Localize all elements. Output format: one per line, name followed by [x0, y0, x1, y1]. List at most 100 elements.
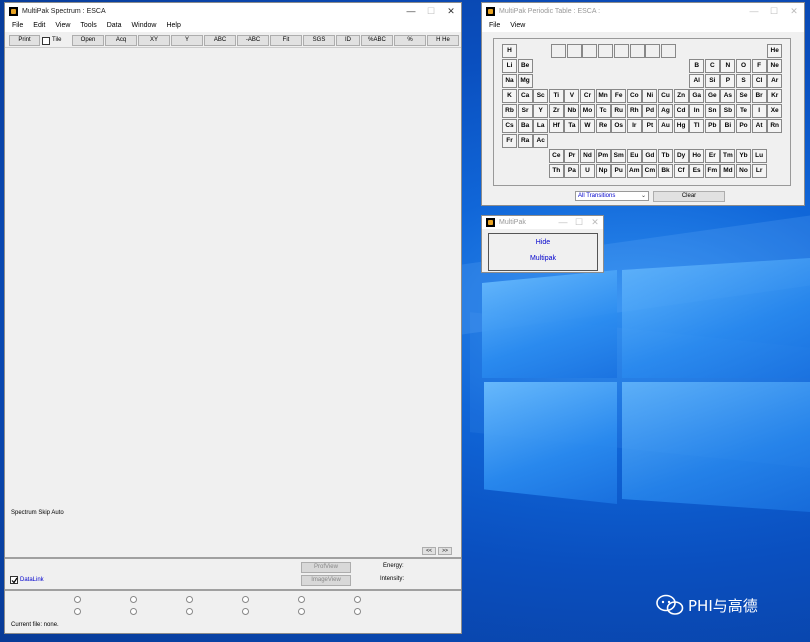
element-es[interactable]: Es: [689, 164, 705, 178]
element-cf[interactable]: Cf: [673, 164, 689, 178]
option-radio[interactable]: [74, 608, 81, 615]
y-button[interactable]: Y: [171, 35, 203, 46]
element-tc[interactable]: Tc: [595, 104, 611, 118]
element-fm[interactable]: Fm: [704, 164, 720, 178]
element-sn[interactable]: Sn: [704, 104, 720, 118]
print-button[interactable]: Print: [9, 35, 40, 46]
prev-spectrum-button[interactable]: <<: [422, 547, 436, 555]
element-re[interactable]: Re: [595, 119, 611, 133]
option-radio[interactable]: [354, 608, 361, 615]
element-pu[interactable]: Pu: [611, 164, 627, 178]
option-radio[interactable]: [298, 608, 305, 615]
element-np[interactable]: Np: [595, 164, 611, 178]
element-in[interactable]: In: [689, 104, 705, 118]
clear-button[interactable]: Clear: [653, 191, 725, 202]
selected-element-slot[interactable]: [645, 44, 661, 58]
element-tb[interactable]: Tb: [658, 149, 673, 163]
element-os[interactable]: Os: [611, 119, 627, 133]
minimize-icon[interactable]: —: [744, 3, 764, 19]
element-h[interactable]: H: [502, 44, 517, 58]
element-o[interactable]: O: [736, 59, 751, 73]
xy-button[interactable]: XY: [138, 35, 170, 46]
element-ru[interactable]: Ru: [611, 104, 627, 118]
menu-window[interactable]: Window: [127, 22, 162, 29]
element-zr[interactable]: Zr: [548, 104, 564, 118]
element-lu[interactable]: Lu: [751, 149, 767, 163]
minimize-icon[interactable]: —: [555, 216, 571, 229]
option-radio[interactable]: [354, 596, 361, 603]
element-sr[interactable]: Sr: [517, 104, 533, 118]
element-mg[interactable]: Mg: [517, 74, 533, 88]
element-p[interactable]: P: [720, 74, 736, 88]
element-se[interactable]: Se: [736, 89, 751, 103]
close-icon[interactable]: ✕: [441, 3, 461, 19]
element-nd[interactable]: Nd: [580, 149, 595, 163]
spectrum-plot-area[interactable]: [5, 48, 461, 553]
menu-file[interactable]: File: [484, 22, 505, 29]
element-fr[interactable]: Fr: [502, 134, 517, 148]
hide-button[interactable]: Hide: [488, 239, 598, 246]
element-cd[interactable]: Cd: [673, 104, 689, 118]
element-rb[interactable]: Rb: [502, 104, 517, 118]
next-spectrum-button[interactable]: >>: [438, 547, 452, 555]
element-sc[interactable]: Sc: [533, 89, 549, 103]
element-yb[interactable]: Yb: [736, 149, 751, 163]
element-pd[interactable]: Pd: [642, 104, 658, 118]
element-hf[interactable]: Hf: [548, 119, 564, 133]
element-fe[interactable]: Fe: [611, 89, 627, 103]
element-ge[interactable]: Ge: [704, 89, 720, 103]
datalink-checkbox[interactable]: [10, 576, 18, 584]
selected-element-slot[interactable]: [613, 44, 629, 58]
element-li[interactable]: Li: [502, 59, 517, 73]
element-tm[interactable]: Tm: [720, 149, 736, 163]
option-radio[interactable]: [298, 596, 305, 603]
menu-data[interactable]: Data: [102, 22, 127, 29]
element-pb[interactable]: Pb: [704, 119, 720, 133]
menu-file[interactable]: File: [7, 22, 28, 29]
element-ce[interactable]: Ce: [548, 149, 564, 163]
open-button[interactable]: Open: [72, 35, 104, 46]
element-al[interactable]: Al: [689, 74, 705, 88]
tile-checkbox[interactable]: [42, 37, 50, 45]
element-s[interactable]: S: [736, 74, 751, 88]
element-rh[interactable]: Rh: [626, 104, 642, 118]
element-ag[interactable]: Ag: [658, 104, 673, 118]
h-he-button[interactable]: H He: [427, 35, 459, 46]
element-ar[interactable]: Ar: [767, 74, 783, 88]
option-radio[interactable]: [130, 596, 137, 603]
option-radio[interactable]: [186, 596, 193, 603]
menu-help[interactable]: Help: [161, 22, 185, 29]
spectrum-titlebar[interactable]: MultiPak Spectrum : ESCA — ☐ ✕: [5, 3, 461, 19]
element-te[interactable]: Te: [736, 104, 751, 118]
element-kr[interactable]: Kr: [767, 89, 783, 103]
element-xe[interactable]: Xe: [767, 104, 783, 118]
element-as[interactable]: As: [720, 89, 736, 103]
element-at[interactable]: At: [751, 119, 767, 133]
sgs-button[interactable]: SGS: [303, 35, 335, 46]
element-am[interactable]: Am: [626, 164, 642, 178]
element-ho[interactable]: Ho: [689, 149, 705, 163]
element-ne[interactable]: Ne: [767, 59, 783, 73]
element-i[interactable]: I: [751, 104, 767, 118]
element-ti[interactable]: Ti: [548, 89, 564, 103]
element-sb[interactable]: Sb: [720, 104, 736, 118]
element-pa[interactable]: Pa: [564, 164, 580, 178]
element-gd[interactable]: Gd: [642, 149, 658, 163]
element-ga[interactable]: Ga: [689, 89, 705, 103]
element-bi[interactable]: Bi: [720, 119, 736, 133]
element-md[interactable]: Md: [720, 164, 736, 178]
acq-button[interactable]: Acq: [105, 35, 137, 46]
element-co[interactable]: Co: [626, 89, 642, 103]
element-dy[interactable]: Dy: [673, 149, 689, 163]
element-si[interactable]: Si: [704, 74, 720, 88]
selected-element-slot[interactable]: [629, 44, 645, 58]
element-rn[interactable]: Rn: [767, 119, 783, 133]
option-radio[interactable]: [242, 608, 249, 615]
element-ba[interactable]: Ba: [517, 119, 533, 133]
profview-button[interactable]: ProfView: [301, 562, 351, 573]
menu-view[interactable]: View: [505, 22, 530, 29]
menu-edit[interactable]: Edit: [28, 22, 50, 29]
element-n[interactable]: N: [720, 59, 736, 73]
element-pr[interactable]: Pr: [564, 149, 580, 163]
element-cl[interactable]: Cl: [751, 74, 767, 88]
